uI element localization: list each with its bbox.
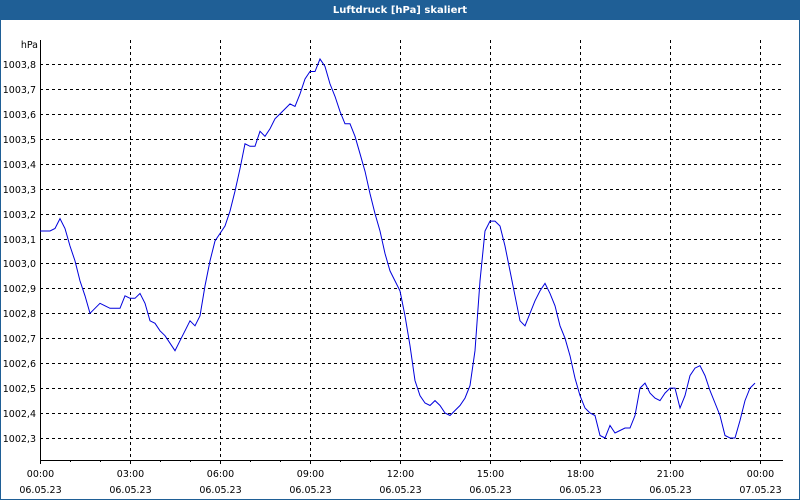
y-tick-label: 1003,5 xyxy=(3,135,36,146)
line-chart: hPa 1002,3 1002,4 1002,5 1002,6 1002,7 1002,8… xyxy=(3,40,783,496)
x-tick-time: 18:00 xyxy=(567,469,594,480)
axes xyxy=(40,40,783,464)
x-tick-time: 06:00 xyxy=(207,469,234,480)
y-axis-label: hPa xyxy=(21,40,38,51)
y-tick-label: 1003,2 xyxy=(3,210,36,221)
x-tick-time: 00:00 xyxy=(27,469,54,480)
x-tick-date: 06.05.23 xyxy=(379,485,421,496)
x-tick-time: 03:00 xyxy=(117,469,144,480)
y-tick-label: 1002,5 xyxy=(3,384,36,395)
y-tick-label: 1002,9 xyxy=(3,284,36,295)
x-tick-time: 00:00 xyxy=(747,469,774,480)
y-tick-label: 1002,7 xyxy=(3,334,36,345)
y-tick-label: 1002,8 xyxy=(3,309,36,320)
grid xyxy=(40,40,783,460)
y-tick-label: 1003,6 xyxy=(3,110,36,121)
x-tick-time: 21:00 xyxy=(657,469,684,480)
x-tick-date: 06.05.23 xyxy=(559,485,601,496)
x-tick-date: 06.05.23 xyxy=(649,485,691,496)
y-tick-label: 1002,3 xyxy=(3,434,36,445)
y-tick-label: 1003,0 xyxy=(3,259,36,270)
y-tick-label: 1003,3 xyxy=(3,185,36,196)
x-tick-date: 07.05.23 xyxy=(739,485,781,496)
y-tick-label: 1003,4 xyxy=(3,160,36,171)
x-tick-time: 09:00 xyxy=(297,469,324,480)
y-tick-label: 1003,8 xyxy=(3,60,36,71)
x-tick-date: 06.05.23 xyxy=(199,485,241,496)
x-tick-date: 06.05.23 xyxy=(469,485,511,496)
y-tick-label: 1002,6 xyxy=(3,359,36,370)
y-tick-label: 1003,7 xyxy=(3,85,36,96)
x-tick-date: 06.05.23 xyxy=(109,485,151,496)
y-tick-label: 1002,4 xyxy=(3,409,36,420)
series-line-luftdruck xyxy=(40,57,756,439)
x-tick-time: 15:00 xyxy=(477,469,504,480)
tick-labels: 1002,3 1002,4 1002,5 1002,6 1002,7 1002,8 1002… xyxy=(3,60,782,496)
x-tick-time: 12:00 xyxy=(387,469,414,480)
x-tick-date: 06.05.23 xyxy=(19,485,61,496)
x-tick-date: 06.05.23 xyxy=(289,485,331,496)
y-tick-label: 1003,1 xyxy=(3,235,36,246)
